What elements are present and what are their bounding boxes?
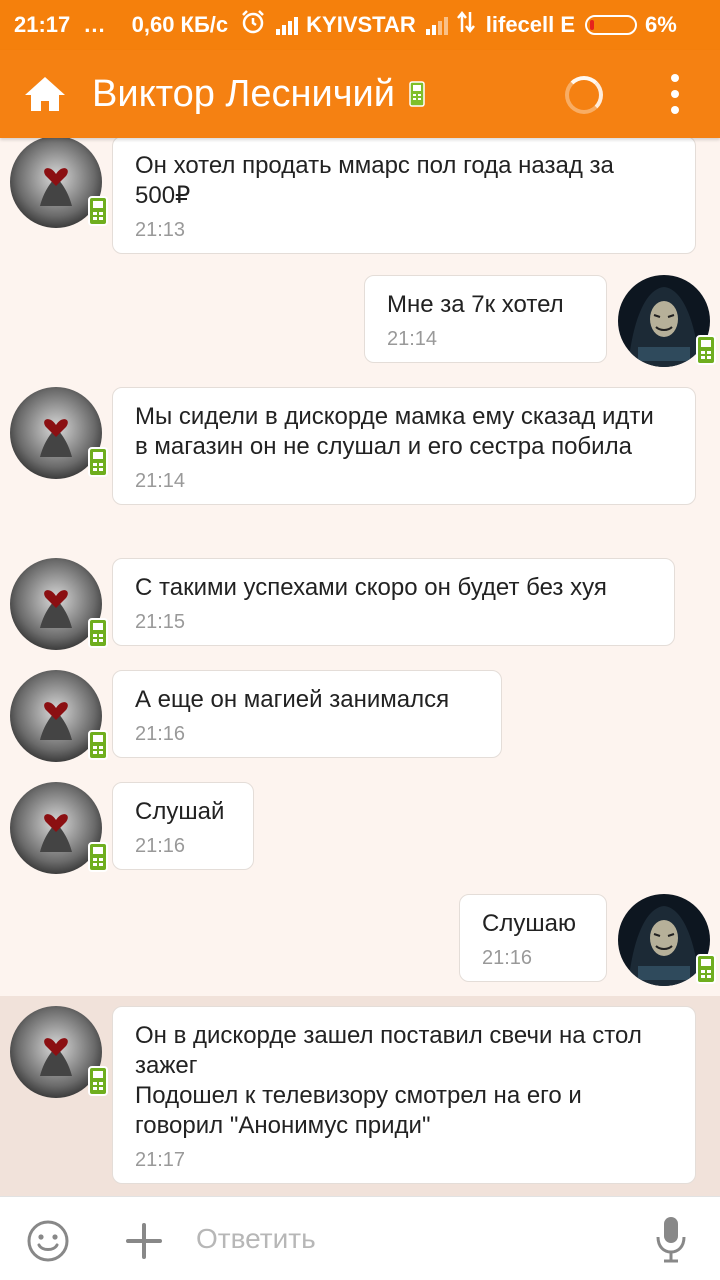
message-bubble[interactable]: Слушаю 21:16 (459, 894, 607, 982)
message-text: Мне за 7к хотел (387, 291, 564, 318)
contact-name[interactable]: Виктор Лесничий (92, 73, 395, 116)
message-time: 21:13 (135, 219, 186, 241)
alarm-icon (240, 9, 266, 41)
reply-input[interactable] (196, 1217, 616, 1261)
status-time: 21:17 (14, 12, 71, 37)
battery-icon (585, 15, 638, 35)
mobile-status-icon (88, 196, 108, 226)
message-time: 21:17 (135, 1149, 186, 1171)
own-avatar[interactable] (618, 275, 716, 367)
mobile-status-icon (696, 954, 716, 984)
emoji-icon[interactable] (26, 1219, 70, 1263)
message-bubble[interactable]: А еще он магией занимался 21:16 (112, 670, 502, 758)
message-bubble[interactable]: Он хотел продать ммарс пол года назад за… (112, 136, 696, 254)
composer-bar (0, 1196, 720, 1280)
mobile-status-icon (88, 618, 108, 648)
own-avatar[interactable] (618, 894, 716, 986)
contact-avatar[interactable] (10, 782, 108, 874)
mobile-status-icon (88, 842, 108, 872)
message-text: Он хотел продать ммарс пол года назад за… (135, 152, 614, 209)
mobile-status-icon (88, 447, 108, 477)
network-speed: 0,60 КБ/с (131, 12, 229, 37)
message-bubble[interactable]: Мы сидели в дискорде мамка ему сказад ид… (112, 387, 696, 505)
message-text: А еще он магией занимался (135, 686, 450, 713)
loading-spinner-icon (565, 76, 603, 114)
message-bubble[interactable]: С такими успехами скоро он будет без хуя… (112, 558, 675, 646)
contact-avatar[interactable] (10, 136, 108, 228)
home-icon[interactable] (22, 74, 68, 114)
mobile-status-icon (88, 1066, 108, 1096)
message-time: 21:14 (387, 328, 438, 350)
contact-avatar[interactable] (10, 1006, 108, 1098)
message-text: Он в дискорде зашел поставил свечи на ст… (135, 1022, 642, 1139)
message-bubble[interactable]: Слушай 21:16 (112, 782, 254, 870)
message-text: Слушай (135, 798, 225, 825)
message-text: Слушаю (482, 910, 576, 937)
more-vertical-icon[interactable] (660, 72, 690, 116)
mobile-phone-icon (409, 81, 425, 107)
mobile-status-icon (696, 335, 716, 365)
message-time: 21:16 (135, 723, 186, 745)
status-bar: 21:17 ... 0,60 КБ/с KYIVSTAR lifecell E … (0, 0, 720, 50)
notification-dots: ... (84, 12, 106, 37)
battery-percent: 6% (645, 12, 677, 37)
carrier-name-1: KYIVSTAR (306, 12, 416, 37)
microphone-icon[interactable] (654, 1215, 688, 1263)
contact-avatar[interactable] (10, 558, 108, 650)
carrier-name-2: lifecell E (485, 12, 576, 37)
mobile-status-icon (88, 730, 108, 760)
message-time: 21:16 (482, 947, 533, 969)
message-time: 21:16 (135, 835, 186, 857)
contact-avatar[interactable] (10, 670, 108, 762)
contact-avatar[interactable] (10, 387, 108, 479)
signal-strength-icon-2 (425, 15, 448, 35)
signal-strength-icon (276, 15, 299, 35)
message-bubble[interactable]: Мне за 7к хотел 21:14 (364, 275, 607, 363)
plus-icon[interactable] (124, 1221, 164, 1261)
message-time: 21:15 (135, 611, 186, 633)
app-bar: Виктор Лесничий (0, 50, 720, 138)
message-text: С такими успехами скоро он будет без хуя (135, 574, 607, 601)
data-transfer-icon (456, 10, 476, 40)
message-text: Мы сидели в дискорде мамка ему сказад ид… (135, 403, 654, 460)
message-bubble[interactable]: Он в дискорде зашел поставил свечи на ст… (112, 1006, 696, 1184)
message-time: 21:14 (135, 470, 186, 492)
